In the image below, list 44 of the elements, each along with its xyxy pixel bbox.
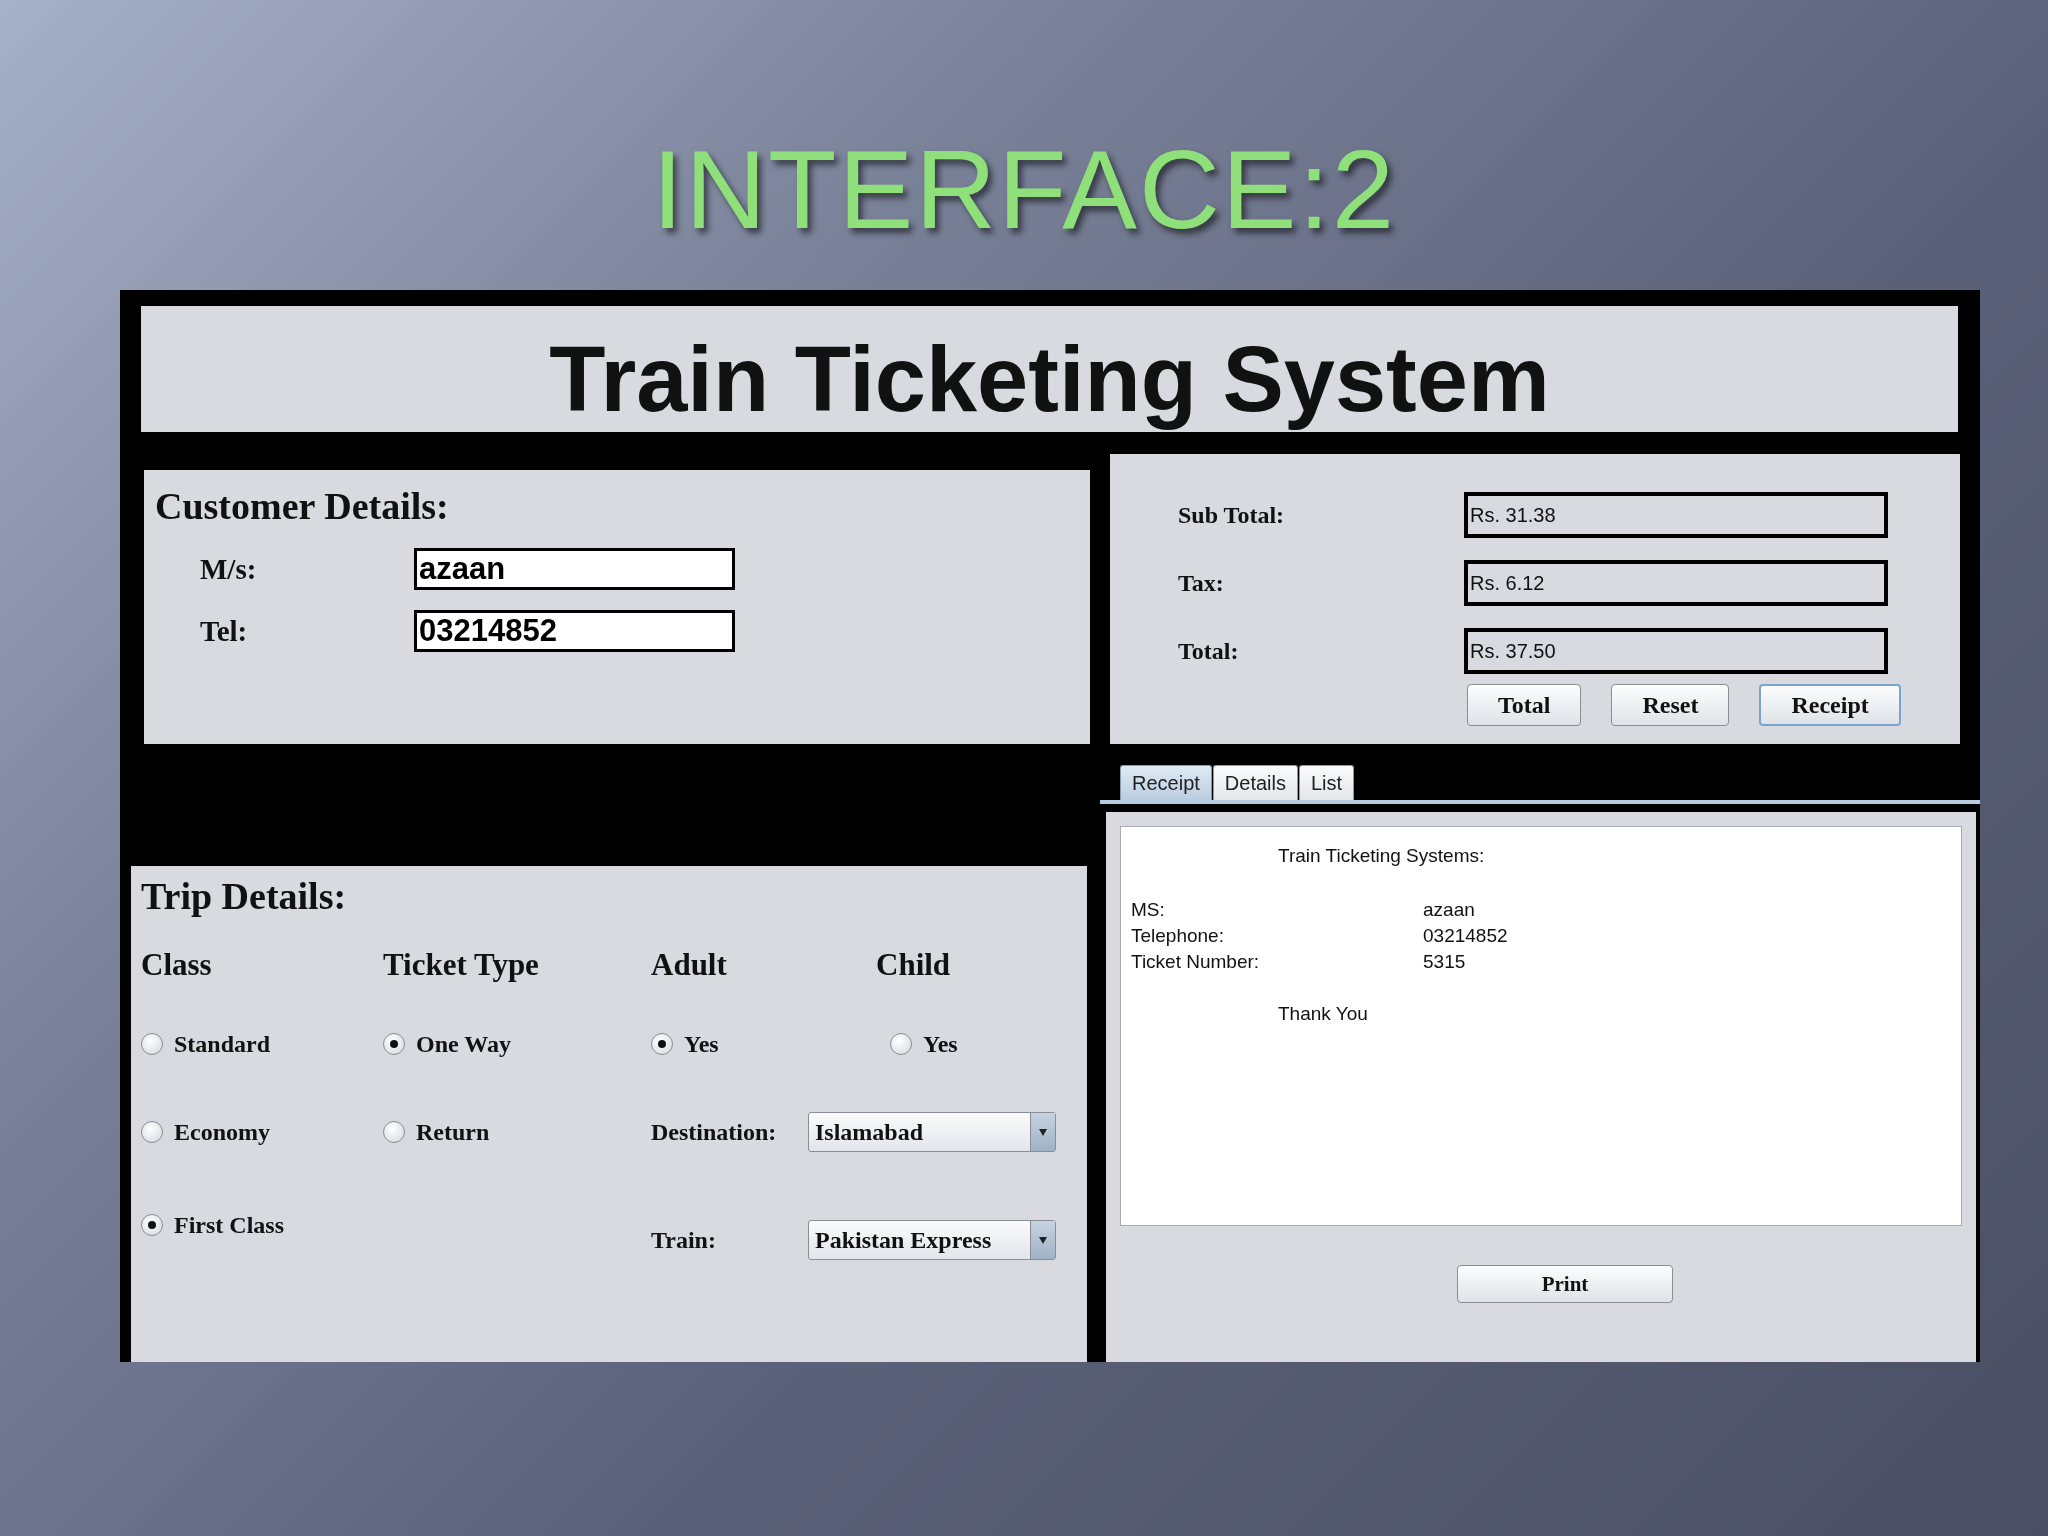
section-heading: Customer Details:	[155, 484, 449, 528]
text-field[interactable]: Rs. 6.12	[1464, 560, 1888, 606]
text-field[interactable]: Rs. 31.38	[1464, 492, 1888, 538]
action-button[interactable]: Reset	[1611, 684, 1730, 726]
receipt-value: 5315	[1423, 950, 1466, 974]
action-button[interactable]: Receipt	[1759, 684, 1901, 726]
radio-button[interactable]: Economy	[141, 1118, 270, 1146]
receipt-heading: Train Ticketing Systems:	[1278, 844, 1486, 868]
radio-button[interactable]: Return	[383, 1118, 490, 1146]
column-heading: Adult	[651, 947, 727, 983]
text-field[interactable]: 03214852	[414, 610, 735, 652]
text-field[interactable]: Rs. 37.50	[1464, 628, 1888, 674]
field-label: Sub Total:	[1178, 501, 1286, 529]
radio-button[interactable]: Yes	[890, 1030, 958, 1058]
field-label: Tax:	[1178, 569, 1225, 597]
receipt-label: Telephone:	[1131, 924, 1225, 948]
radio-button[interactable]: One Way	[383, 1030, 511, 1058]
dropdown[interactable]: Pakistan Express	[808, 1220, 1056, 1260]
print-button[interactable]: Print	[1457, 1265, 1673, 1303]
column-heading: Class	[141, 947, 212, 983]
section-heading: Trip Details:	[141, 874, 347, 918]
slide-title: INTERFACE:2	[652, 130, 1396, 250]
receipt-value: azaan	[1423, 898, 1475, 922]
dropdown[interactable]: Islamabad	[808, 1112, 1056, 1152]
field-label: Destination:	[651, 1118, 778, 1146]
receipt-value: 03214852	[1423, 924, 1508, 948]
radio-button[interactable]: Standard	[141, 1030, 271, 1058]
tab[interactable]: Details	[1212, 765, 1298, 800]
app-title: Train Ticketing System	[549, 326, 1550, 432]
tab[interactable]: List	[1298, 765, 1355, 800]
field-label: Total:	[1178, 637, 1240, 665]
receipt-label: MS:	[1131, 898, 1166, 922]
radio-button[interactable]: First Class	[141, 1211, 284, 1239]
receipt-closing: Thank You	[1278, 1002, 1369, 1026]
column-heading: Child	[876, 947, 951, 983]
field-label: Tel:	[200, 614, 249, 648]
text-field[interactable]: azaan	[414, 548, 735, 590]
tab[interactable]: Receipt	[1120, 765, 1212, 800]
column-heading: Ticket Type	[383, 947, 539, 983]
action-button[interactable]: Total	[1467, 684, 1582, 726]
field-label: M/s:	[200, 552, 258, 586]
radio-button[interactable]: Yes	[651, 1030, 719, 1058]
receipt-label: Ticket Number:	[1131, 950, 1261, 974]
field-label: Train:	[651, 1226, 717, 1254]
